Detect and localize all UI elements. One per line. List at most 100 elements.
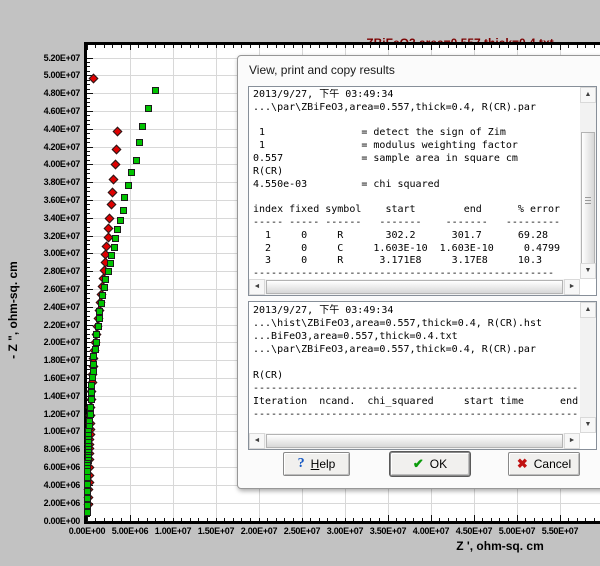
- y-axis-tick: [87, 262, 90, 264]
- y-axis-tick: [87, 275, 90, 277]
- cancel-button[interactable]: ✖ Cancel: [508, 452, 580, 476]
- y-axis-tick: [87, 119, 90, 121]
- x-axis-tick: [215, 45, 217, 48]
- x-axis-tick: [206, 45, 208, 48]
- data-point-measured: [96, 308, 104, 316]
- scroll-down-icon[interactable]: ▼: [580, 263, 596, 279]
- x-axis-tick: [138, 518, 140, 521]
- x-axis-tick: [310, 45, 312, 48]
- y-axis-tick: [87, 306, 93, 308]
- grid-line-horizontal: [87, 502, 600, 504]
- vertical-scrollbar[interactable]: ▲ ▼: [580, 87, 596, 279]
- ok-button-label: OK: [429, 457, 448, 471]
- x-axis-tick: [387, 45, 389, 50]
- x-axis-tick: [284, 518, 286, 521]
- data-point-measured: [84, 473, 92, 481]
- data-point-measured: [108, 252, 116, 260]
- x-axis-tick: [593, 518, 595, 521]
- y-axis-tick: [87, 337, 90, 339]
- x-axis-tick: [361, 518, 363, 521]
- x-axis-tick: [181, 518, 183, 521]
- x-axis-tick: [163, 45, 165, 48]
- scroll-right-icon[interactable]: ►: [564, 433, 580, 449]
- x-axis-tick: [120, 45, 122, 48]
- horizontal-scrollbar[interactable]: ◄ ►: [249, 279, 580, 295]
- y-axis-tick: [87, 186, 90, 188]
- y-tick-label: 4.80E+07: [43, 88, 81, 99]
- help-button[interactable]: ? Help: [283, 452, 350, 476]
- data-point-measured: [89, 360, 97, 368]
- x-axis-tick: [267, 518, 269, 521]
- y-axis-tick: [87, 191, 90, 193]
- fit-history-textbox[interactable]: 2013/9/27, 下午 03:49:34 ...\hist\ZBiFeO3,…: [248, 301, 597, 450]
- scrollbar-thumb[interactable]: [266, 434, 563, 448]
- x-axis-tick: [387, 515, 389, 521]
- x-axis-tick: [146, 518, 148, 521]
- y-tick-label: 5.20E+07: [43, 52, 81, 63]
- scroll-left-icon[interactable]: ◄: [249, 433, 265, 449]
- x-axis-tick: [275, 518, 277, 521]
- scroll-up-icon[interactable]: ▲: [580, 302, 596, 318]
- y-axis-tick: [87, 84, 90, 86]
- data-point-fit: [108, 175, 119, 185]
- horizontal-scrollbar[interactable]: ◄ ►: [249, 433, 580, 449]
- x-axis-tick: [490, 518, 492, 521]
- y-axis-tick: [87, 320, 90, 322]
- x-axis-tick: [396, 518, 398, 521]
- y-tick-label: 4.00E+07: [43, 159, 81, 170]
- y-axis-tick: [87, 257, 90, 259]
- y-axis-tick: [87, 240, 90, 242]
- y-axis-tick: [87, 88, 90, 90]
- x-axis-tick: [155, 45, 157, 48]
- x-axis-tick: [533, 518, 535, 521]
- scrollbar-thumb[interactable]: [581, 132, 595, 269]
- data-point-measured: [88, 374, 96, 382]
- x-axis-tick: [499, 518, 501, 521]
- x-axis-tick: [507, 45, 509, 48]
- x-axis-tick: [275, 45, 277, 48]
- x-axis-tick: [447, 45, 449, 48]
- data-point-measured: [121, 194, 129, 202]
- ok-button[interactable]: ✔ OK: [390, 452, 470, 476]
- data-point-measured: [95, 315, 103, 323]
- scroll-up-icon[interactable]: ▲: [580, 87, 596, 103]
- vertical-scrollbar[interactable]: ▲ ▼: [580, 302, 596, 433]
- data-point-measured: [94, 323, 102, 331]
- x-axis-tick: [404, 45, 406, 48]
- y-axis-tick: [87, 253, 93, 255]
- data-point-measured: [152, 86, 160, 94]
- y-axis-tick: [87, 199, 93, 201]
- scroll-down-icon[interactable]: ▼: [580, 417, 596, 433]
- scroll-right-icon[interactable]: ►: [564, 279, 580, 295]
- data-point-measured: [92, 338, 100, 346]
- fit-results-textbox[interactable]: 2013/9/27, 下午 03:49:34 ...\par\ZBiFeO3,a…: [248, 86, 597, 296]
- y-axis-tick: [87, 115, 90, 117]
- data-point-measured: [114, 226, 122, 234]
- data-point-measured: [87, 389, 95, 397]
- x-axis-tick: [138, 45, 140, 48]
- data-point-measured: [112, 235, 120, 243]
- x-axis-tick: [421, 518, 423, 521]
- scrollbar-thumb[interactable]: [266, 280, 563, 294]
- results-dialog: View, print and copy results 2013/9/27, …: [237, 55, 600, 489]
- y-tick-label: 4.40E+07: [43, 123, 81, 134]
- y-tick-label: 5.00E+07: [43, 70, 81, 81]
- x-axis-tick: [516, 45, 518, 50]
- data-point-measured: [83, 509, 91, 517]
- y-tick-label: 1.00E+07: [43, 426, 81, 437]
- x-axis-tick: [507, 518, 509, 521]
- x-icon: ✖: [516, 456, 528, 471]
- x-axis-tick: [103, 45, 105, 48]
- scroll-left-icon[interactable]: ◄: [249, 279, 265, 295]
- data-point-measured: [91, 345, 99, 353]
- fit-history-text: 2013/9/27, 下午 03:49:34 ...\hist\ZBiFeO3,…: [253, 305, 578, 420]
- x-axis-tick: [439, 45, 441, 48]
- y-axis-tick: [87, 289, 93, 290]
- data-point-measured: [88, 382, 96, 390]
- data-point-measured: [97, 300, 105, 308]
- x-axis-tick: [95, 45, 97, 48]
- y-tick-label: 2.00E+06: [43, 497, 81, 508]
- y-axis-tick: [87, 70, 90, 72]
- app-window: { "header": { "line1": "ZBiFeO3,area=0.5…: [0, 0, 600, 566]
- fit-results-text: 2013/9/27, 下午 03:49:34 ...\par\ZBiFeO3,a…: [253, 89, 561, 277]
